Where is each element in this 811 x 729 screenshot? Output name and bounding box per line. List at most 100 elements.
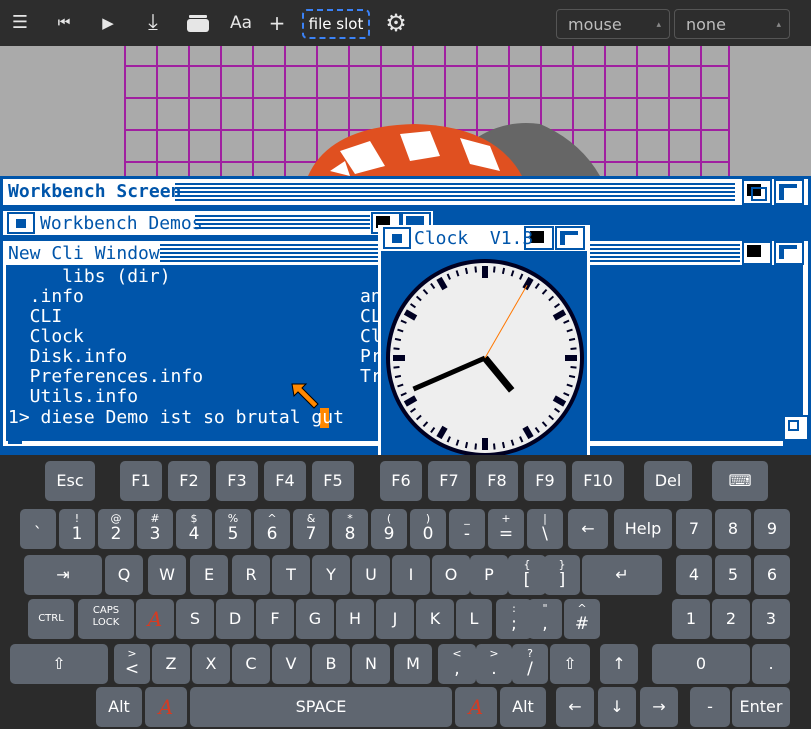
key-esc[interactable]: Esc xyxy=(45,461,95,501)
key-e[interactable]: E xyxy=(190,555,228,595)
key-symbol[interactable]: → xyxy=(640,687,678,727)
key-symbol[interactable]: :; xyxy=(496,599,532,639)
font-size-button[interactable]: Aa xyxy=(228,0,254,46)
key-s[interactable]: S xyxy=(176,599,214,639)
key-amiga[interactable]: A xyxy=(136,599,174,639)
key-alt[interactable]: Alt xyxy=(500,687,546,727)
key-symbol[interactable]: <, xyxy=(438,644,476,684)
key-x[interactable]: X xyxy=(192,644,230,684)
key-symbol[interactable]: ↑ xyxy=(600,644,638,684)
file-slot-button[interactable]: file slot xyxy=(302,9,370,39)
key-enter[interactable]: Enter xyxy=(732,687,790,727)
key-space[interactable]: SPACE xyxy=(190,687,452,727)
key-h[interactable]: H xyxy=(336,599,374,639)
key-t[interactable]: T xyxy=(272,555,310,595)
key-f1[interactable]: F1 xyxy=(120,461,162,501)
download-icon[interactable]: ⤓ xyxy=(140,0,166,46)
key-o[interactable]: O xyxy=(432,555,470,595)
key-p[interactable]: P xyxy=(470,555,508,595)
key-9[interactable]: 9 xyxy=(754,509,790,549)
key-f6[interactable]: F6 xyxy=(380,461,422,501)
key-f3[interactable]: F3 xyxy=(216,461,258,501)
key-w[interactable]: W xyxy=(148,555,186,595)
key-i[interactable]: I xyxy=(392,555,430,595)
key-n[interactable]: N xyxy=(352,644,390,684)
clock-window-title[interactable]: Clock V1.3 xyxy=(414,228,533,249)
key-3[interactable]: 3 xyxy=(752,599,790,639)
key-f9[interactable]: F9 xyxy=(524,461,566,501)
key-amiga[interactable]: A xyxy=(145,687,187,727)
key-6[interactable]: 6 xyxy=(754,555,790,595)
key-amiga[interactable]: A xyxy=(455,687,497,727)
key-ctrl[interactable]: CTRL xyxy=(28,599,74,639)
key-help[interactable]: Help xyxy=(614,509,672,549)
gear-icon[interactable]: ⚙ xyxy=(382,0,410,46)
key-symbol[interactable]: - xyxy=(690,687,730,727)
key-symbol[interactable]: ↵ xyxy=(582,555,662,595)
key-b[interactable]: B xyxy=(312,644,350,684)
previous-icon[interactable]: ⏮ xyxy=(52,0,76,46)
key-symbol[interactable]: . xyxy=(752,644,790,684)
key-c[interactable]: C xyxy=(232,644,270,684)
key-9[interactable]: (9 xyxy=(371,509,407,549)
key-4[interactable]: $4 xyxy=(176,509,212,549)
key-symbol[interactable]: ? / xyxy=(512,644,548,684)
key-symbol[interactable]: | \ xyxy=(527,509,563,549)
key-0[interactable]: ) 0 xyxy=(410,509,446,549)
key-symbol[interactable]: ⇧ xyxy=(550,644,590,684)
key-3[interactable]: #3 xyxy=(137,509,173,549)
key-symbol[interactable]: ", xyxy=(528,599,562,639)
key-symbol[interactable]: ← xyxy=(568,509,608,549)
key-d[interactable]: D xyxy=(216,599,254,639)
cli-prompt[interactable]: 1> diese Demo ist so brutal gut xyxy=(8,407,344,428)
key-symbol[interactable]: _ - xyxy=(449,509,485,549)
key-z[interactable]: Z xyxy=(152,644,190,684)
demos-window-title[interactable]: Workbench Demos xyxy=(40,213,203,234)
key-r[interactable]: R xyxy=(232,555,270,595)
key-f8[interactable]: F8 xyxy=(476,461,518,501)
menu-icon[interactable]: ☰ xyxy=(8,0,32,46)
key-alt[interactable]: Alt xyxy=(96,687,142,727)
key-symbol[interactable]: ^ # xyxy=(564,599,600,639)
play-icon[interactable]: ▶ xyxy=(96,0,120,46)
key-[interactable]: ⌨ xyxy=(712,461,768,501)
mouse-select[interactable]: mouse ▴ xyxy=(556,9,670,39)
cli-window-title[interactable]: New Cli Window xyxy=(8,243,160,264)
key-8[interactable]: * 8 xyxy=(332,509,368,549)
key-del[interactable]: Del xyxy=(644,461,692,501)
key-7[interactable]: 7 xyxy=(676,509,712,549)
key-7[interactable]: & 7 xyxy=(293,509,329,549)
key-symbol[interactable]: }] xyxy=(544,555,580,595)
key-2[interactable]: @2 xyxy=(98,509,134,549)
key-symbol[interactable]: ↓ xyxy=(598,687,636,727)
key-6[interactable]: ^ 6 xyxy=(254,509,290,549)
key-5[interactable]: 5 xyxy=(715,555,751,595)
key-symbol[interactable]: ⇥ xyxy=(24,555,102,595)
key-v[interactable]: V xyxy=(272,644,310,684)
mode-select[interactable]: none ▴ xyxy=(674,9,790,39)
add-icon[interactable]: + xyxy=(266,0,288,46)
key-1[interactable]: ! 1 xyxy=(59,509,95,549)
key-m[interactable]: M xyxy=(394,644,432,684)
emulator-screen[interactable]: Workbench Screen Workbench Demos New Cli… xyxy=(0,46,811,455)
key-l[interactable]: L xyxy=(456,599,492,639)
key-f2[interactable]: F2 xyxy=(168,461,210,501)
key-y[interactable]: Y xyxy=(312,555,350,595)
key-5[interactable]: % 5 xyxy=(215,509,251,549)
key-symbol[interactable]: {[ xyxy=(508,555,546,595)
key-symbol[interactable]: >. xyxy=(476,644,512,684)
key-1[interactable]: 1 xyxy=(672,599,710,639)
key-k[interactable]: K xyxy=(416,599,454,639)
key-2[interactable]: 2 xyxy=(712,599,750,639)
key-g[interactable]: G xyxy=(296,599,334,639)
key-u[interactable]: U xyxy=(352,555,390,595)
key-j[interactable]: J xyxy=(376,599,414,639)
key-q[interactable]: Q xyxy=(105,555,143,595)
key-symbol[interactable]: ← xyxy=(556,687,594,727)
disk-stack-icon[interactable] xyxy=(184,0,212,51)
key-symbol[interactable]: + = xyxy=(488,509,524,549)
key-symbol[interactable]: ` xyxy=(20,509,56,549)
key-symbol[interactable]: > < xyxy=(114,644,150,684)
key-f5[interactable]: F5 xyxy=(312,461,354,501)
key-0[interactable]: 0 xyxy=(652,644,750,684)
